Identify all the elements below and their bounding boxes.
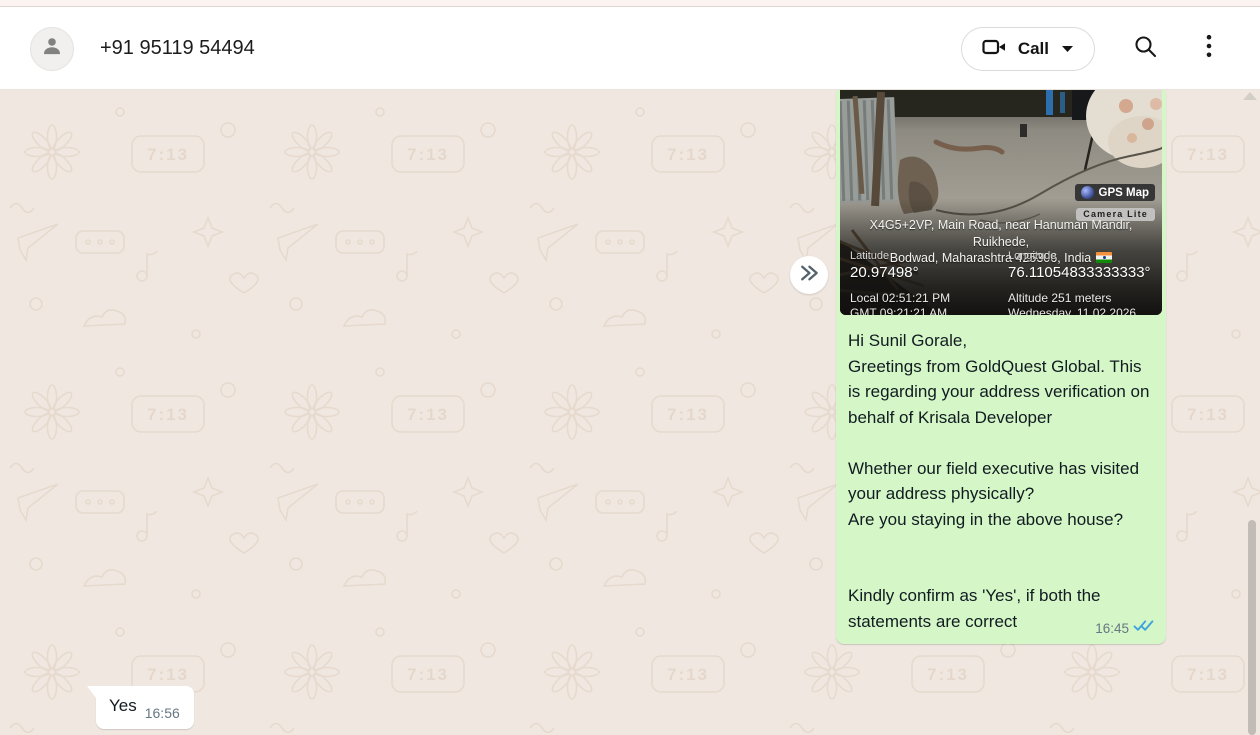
longitude-value: 76.11054833333333° (1008, 263, 1158, 283)
header-actions: Call (961, 27, 1223, 71)
video-call-icon (982, 37, 1006, 60)
gps-app-name: GPS Map (1099, 187, 1149, 199)
forward-icon (798, 264, 820, 287)
altitude: Altitude 251 meters (1008, 291, 1158, 305)
window-top-strip (0, 0, 1260, 7)
search-icon (1133, 34, 1158, 64)
gps-overlay: GPS Map Camera Lite X4G5+2VP, Main Road,… (840, 90, 1162, 315)
read-receipt-icon (1133, 619, 1155, 637)
incoming-message-time: 16:56 (145, 705, 180, 721)
local-time: Local 02:51:21 PM (850, 291, 1002, 305)
forward-message-button[interactable] (790, 256, 828, 294)
message-meta: 16:45 (1095, 619, 1155, 637)
gmt-time: GMT 09:21:21 AM (850, 306, 1002, 315)
incoming-message-text: Yes (109, 695, 137, 716)
chat-header: +91 95119 54494 Call (0, 8, 1260, 90)
menu-button[interactable] (1195, 35, 1223, 63)
scrollbar-thumb[interactable] (1248, 520, 1256, 735)
whatsapp-window: +91 95119 54494 Call (0, 0, 1260, 735)
address-line1: X4G5+2VP, Main Road, near Hanuman Mandir… (870, 218, 1133, 249)
attached-photo[interactable]: GPS Map Camera Lite X4G5+2VP, Main Road,… (840, 90, 1162, 315)
scroll-up-arrow[interactable] (1243, 92, 1257, 100)
call-button[interactable]: Call (961, 27, 1095, 71)
chat-title[interactable]: +91 95119 54494 (100, 37, 255, 60)
latitude-label: Latitude (850, 250, 1002, 262)
kebab-menu-icon (1206, 34, 1212, 63)
avatar[interactable] (30, 27, 74, 71)
person-icon (39, 33, 65, 64)
chat-area: 7:13 (0, 90, 1260, 735)
globe-icon (1081, 186, 1094, 199)
photo-date: Wednesday, 11.02.2026 (1008, 306, 1158, 315)
message-text: Hi Sunil Gorale, Greetings from GoldQues… (836, 319, 1166, 644)
incoming-message-bubble[interactable]: Yes 16:56 (96, 686, 194, 729)
caret-down-icon (1061, 41, 1074, 56)
longitude-label: Longitude (1008, 250, 1158, 262)
search-button[interactable] (1131, 35, 1159, 63)
outgoing-message-bubble[interactable]: GPS Map Camera Lite X4G5+2VP, Main Road,… (836, 90, 1166, 644)
latitude-value: 20.97498° (850, 263, 1002, 283)
message-time: 16:45 (1095, 621, 1129, 636)
call-button-label: Call (1018, 39, 1049, 59)
